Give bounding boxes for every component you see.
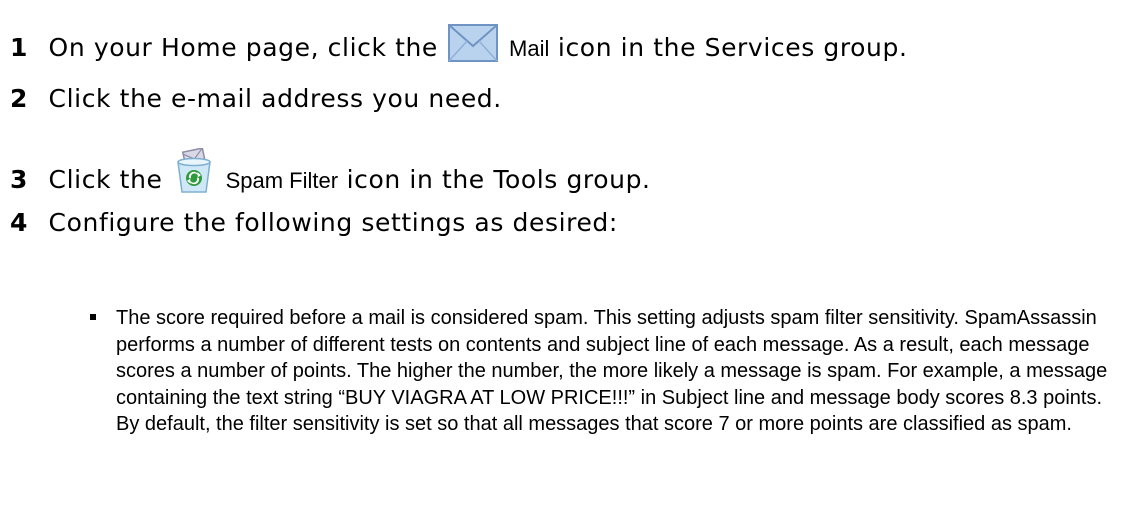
step-number: 3: [10, 165, 28, 194]
mail-envelope-icon: [448, 24, 499, 71]
bullet-paragraph: The score required before a mail is cons…: [116, 305, 1130, 438]
setting-name: The score required before a mail is cons…: [116, 307, 589, 329]
step-text: Click the e-mail address you need.: [48, 84, 502, 113]
instruction-page: 1 On your Home page, click the Mail icon…: [0, 0, 1137, 524]
step-3: 3 Click the Spam Filter icon in the Tool…: [10, 147, 651, 203]
step-text: Configure the following settings as desi…: [48, 208, 618, 237]
bullet-marker: [90, 314, 96, 320]
step-text-after: icon in the Tools group.: [346, 165, 651, 194]
ui-term-spam-filter: Spam Filter: [225, 168, 339, 193]
step-1: 1 On your Home page, click the Mail icon…: [10, 24, 908, 71]
step-number: 1: [10, 33, 28, 62]
step-text-before: Click the: [48, 165, 163, 194]
step-number: 2: [10, 84, 28, 113]
setting-bullet: The score required before a mail is cons…: [90, 305, 1130, 438]
step-4: 4 Configure the following settings as de…: [10, 206, 618, 240]
step-number: 4: [10, 208, 28, 237]
step-text-before: On your Home page, click the: [48, 33, 438, 62]
ui-term-mail: Mail: [509, 36, 550, 61]
spam-filter-icon: [173, 147, 215, 203]
step-2: 2 Click the e-mail address you need.: [10, 82, 502, 116]
step-text-after: icon in the Services group.: [557, 33, 908, 62]
